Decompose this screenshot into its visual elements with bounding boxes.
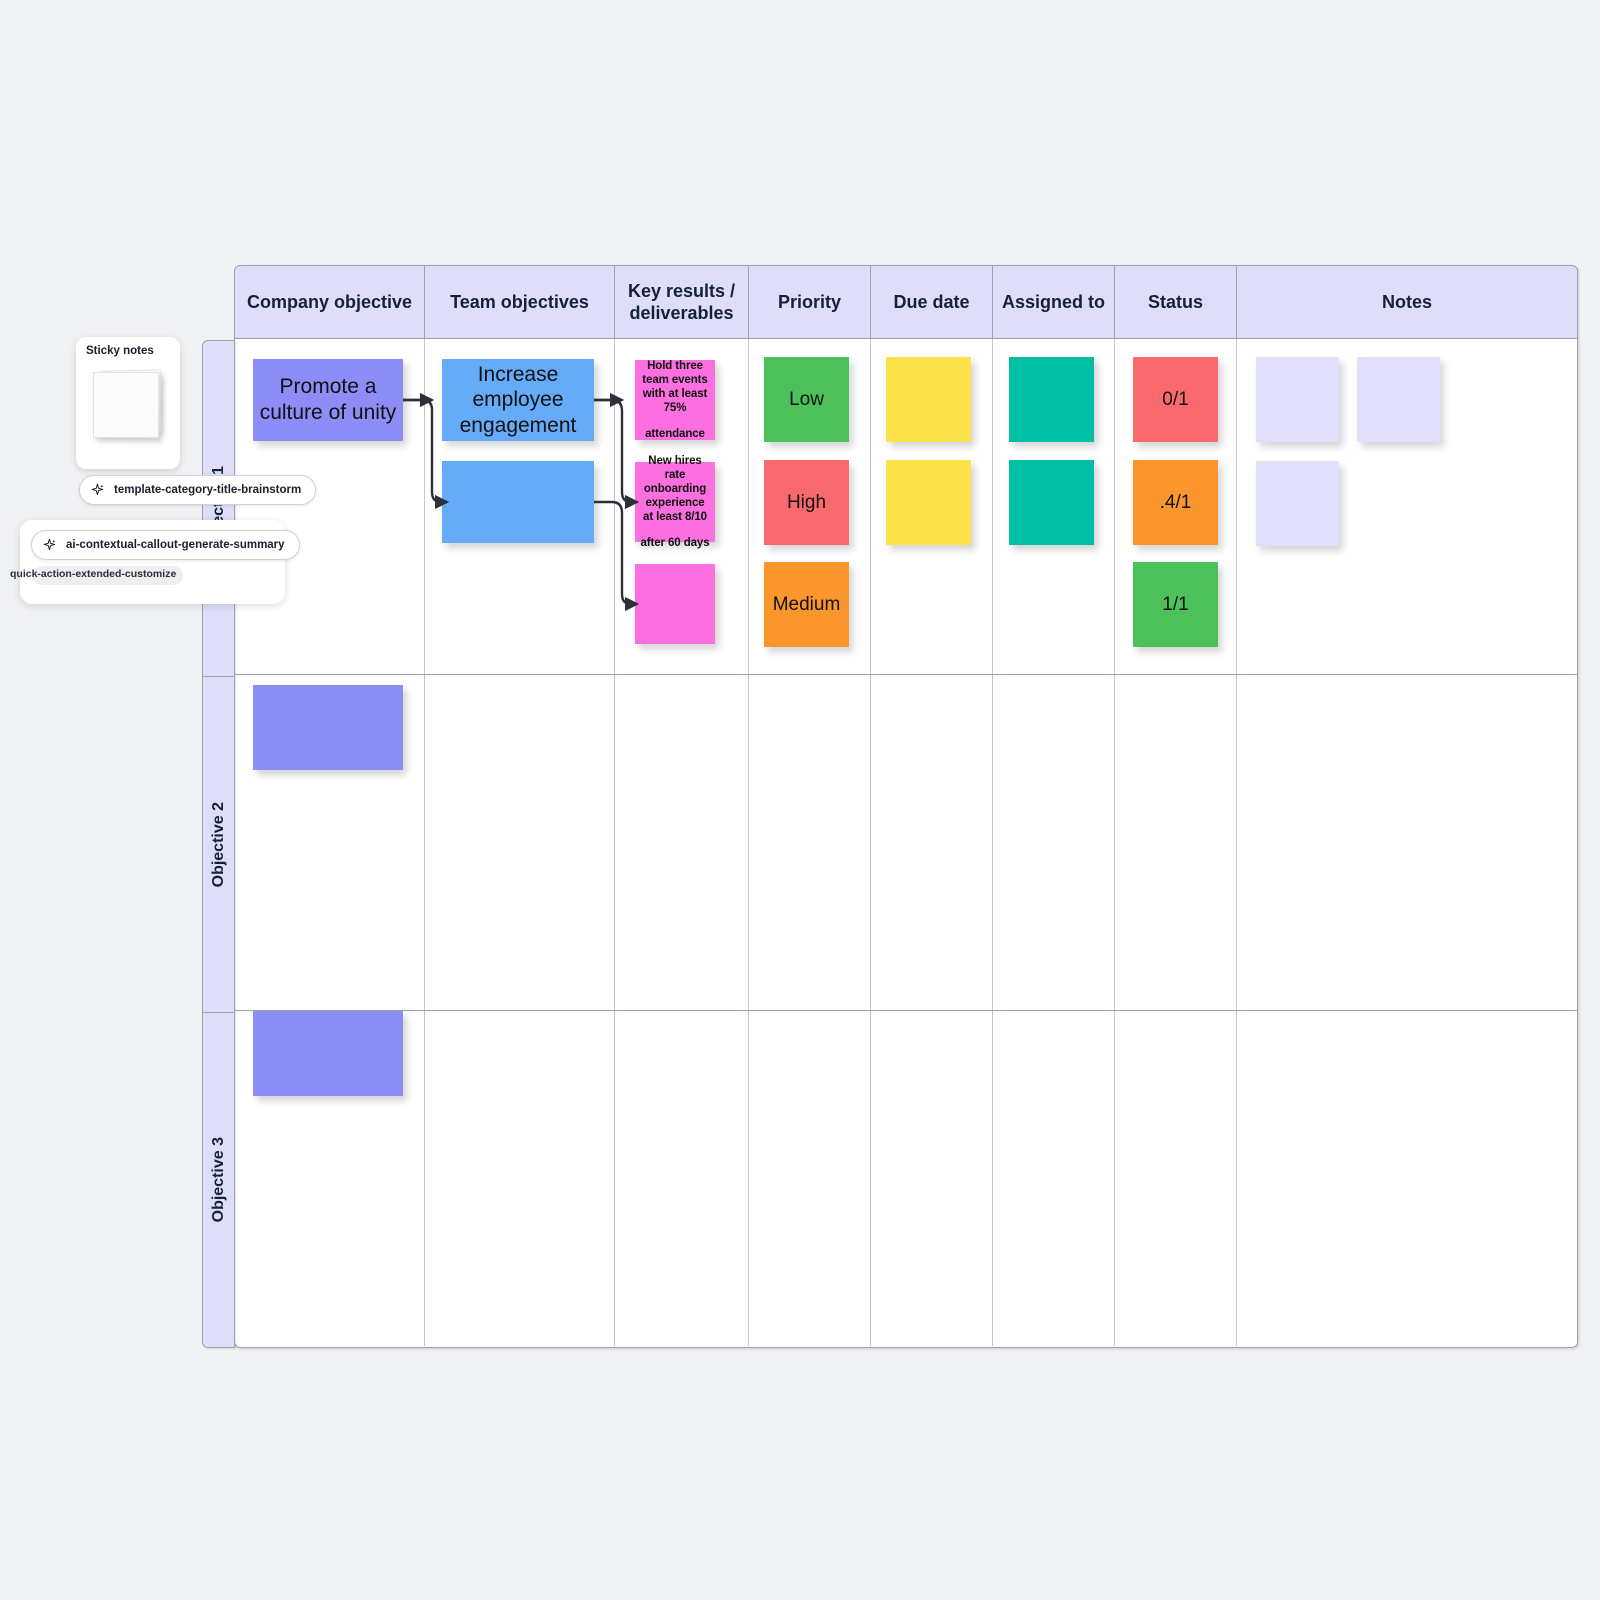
card-key-result-2-text: New hires rate onboarding experience at … bbox=[635, 454, 715, 550]
cell-due-date-3[interactable] bbox=[871, 1011, 993, 1346]
callout-ai-contextual-label: ai-contextual-callout-generate-summary bbox=[66, 539, 285, 551]
column-header-assigned-to-label: Assigned to bbox=[1001, 291, 1105, 312]
column-header-team-objectives-label: Team objectives bbox=[450, 291, 589, 312]
row-label-objective-2[interactable]: Objective 2 bbox=[203, 677, 234, 1013]
card-priority-2[interactable]: High bbox=[764, 460, 849, 545]
card-key-result-2[interactable]: New hires rate onboarding experience at … bbox=[635, 455, 715, 549]
column-header-notes[interactable]: Notes bbox=[1237, 266, 1577, 338]
card-key-result-3[interactable] bbox=[635, 564, 715, 644]
cell-status-2[interactable] bbox=[1115, 675, 1237, 1010]
cell-priority-2[interactable] bbox=[749, 675, 871, 1010]
card-company-objective-3[interactable] bbox=[253, 1011, 403, 1096]
table-row-objective-3 bbox=[235, 1011, 1577, 1346]
card-status-3[interactable]: 1/1 bbox=[1133, 562, 1218, 647]
table-row-objective-2 bbox=[235, 675, 1577, 1011]
sparkle-icon bbox=[91, 483, 104, 496]
column-header-status[interactable]: Status bbox=[1115, 266, 1237, 338]
card-team-objective-2[interactable] bbox=[442, 461, 594, 543]
column-header-key-results-label: Key results / deliverables bbox=[627, 280, 736, 324]
card-company-objective-2[interactable] bbox=[253, 685, 403, 770]
card-assigned-to-2[interactable] bbox=[1009, 460, 1094, 545]
card-due-date-1[interactable] bbox=[886, 357, 971, 442]
column-header-priority-label: Priority bbox=[777, 291, 842, 312]
cell-notes-2[interactable] bbox=[1237, 675, 1577, 1010]
card-key-result-2-line1: New hires rate onboarding experience at … bbox=[643, 454, 707, 524]
cell-team-objectives-3[interactable] bbox=[425, 1011, 615, 1346]
table-header-row: Company objective Team objectives Key re… bbox=[234, 265, 1578, 339]
column-header-priority[interactable]: Priority bbox=[749, 266, 871, 338]
card-priority-1[interactable]: Low bbox=[764, 357, 849, 442]
card-priority-3-text: Medium bbox=[772, 593, 841, 615]
callout-template-category-label: template-category-title-brainstorm bbox=[114, 484, 302, 496]
card-status-2[interactable]: .4/1 bbox=[1133, 460, 1218, 545]
column-header-notes-label: Notes bbox=[1381, 291, 1432, 312]
cell-assigned-to-3[interactable] bbox=[993, 1011, 1115, 1346]
column-header-company-objective-label: Company objective bbox=[246, 291, 413, 312]
card-team-objective-1[interactable]: Increase employee engagement bbox=[442, 359, 594, 441]
cell-assigned-to-2[interactable] bbox=[993, 675, 1115, 1010]
sticky-notes-widget-title: Sticky notes bbox=[86, 345, 154, 357]
row-label-objective-3[interactable]: Objective 3 bbox=[203, 1013, 234, 1347]
card-status-3-text: 1/1 bbox=[1162, 593, 1189, 615]
card-priority-2-text: High bbox=[786, 491, 827, 513]
column-header-key-results[interactable]: Key results / deliverables bbox=[615, 266, 749, 338]
card-key-result-1[interactable]: Hold three team events with at least 75%… bbox=[635, 360, 715, 440]
column-header-team-objectives[interactable]: Team objectives bbox=[425, 266, 615, 338]
card-key-result-1-line1: Hold three team events with at least 75% bbox=[642, 359, 708, 415]
row-label-objective-1[interactable]: Objective 1 bbox=[203, 341, 234, 677]
cell-status-3[interactable] bbox=[1115, 1011, 1237, 1346]
sticky-notes-widget[interactable]: Sticky notes bbox=[76, 337, 180, 469]
card-status-1[interactable]: 0/1 bbox=[1133, 357, 1218, 442]
card-note-2[interactable] bbox=[1357, 357, 1440, 442]
card-note-1[interactable] bbox=[1256, 357, 1339, 442]
card-company-objective-1[interactable]: Promote a culture of unity bbox=[253, 359, 403, 441]
cell-team-objectives-2[interactable] bbox=[425, 675, 615, 1010]
column-header-assigned-to[interactable]: Assigned to bbox=[993, 266, 1115, 338]
column-header-due-date-label: Due date bbox=[893, 291, 970, 312]
column-header-company-objective[interactable]: Company objective bbox=[235, 266, 425, 338]
callout-ai-contextual[interactable]: ai-contextual-callout-generate-summary bbox=[31, 530, 300, 560]
column-header-due-date[interactable]: Due date bbox=[871, 266, 993, 338]
card-due-date-2[interactable] bbox=[886, 460, 971, 545]
callout-template-category[interactable]: template-category-title-brainstorm bbox=[79, 475, 317, 505]
card-status-2-text: .4/1 bbox=[1159, 491, 1192, 513]
column-header-status-label: Status bbox=[1147, 291, 1203, 312]
card-assigned-to-1[interactable] bbox=[1009, 357, 1094, 442]
whiteboard-canvas: Objective 1 Objective 2 Objective 3 Comp… bbox=[0, 0, 1600, 1600]
card-priority-3[interactable]: Medium bbox=[764, 562, 849, 647]
quick-action-label: quick-action-extended-customize bbox=[10, 568, 177, 580]
sticky-sheet-front bbox=[93, 372, 159, 438]
row-label-objective-2-text: Objective 2 bbox=[209, 801, 227, 888]
card-note-3[interactable] bbox=[1256, 461, 1339, 546]
card-company-objective-1-text: Promote a culture of unity bbox=[259, 375, 397, 424]
cell-notes-3[interactable] bbox=[1237, 1011, 1577, 1346]
card-key-result-2-line2: after 60 days bbox=[640, 537, 710, 550]
card-priority-1-text: Low bbox=[789, 388, 824, 410]
cell-key-results-3[interactable] bbox=[615, 1011, 749, 1346]
card-team-objective-1-text: Increase employee engagement bbox=[459, 362, 577, 437]
sparkle-icon bbox=[43, 538, 56, 551]
card-key-result-1-text: Hold three team events with at least 75%… bbox=[635, 359, 715, 441]
row-label-objective-3-text: Objective 3 bbox=[209, 1137, 227, 1223]
card-key-result-1-line2: attendance bbox=[645, 428, 705, 441]
cell-key-results-2[interactable] bbox=[615, 675, 749, 1010]
cell-due-date-2[interactable] bbox=[871, 675, 993, 1010]
cell-priority-3[interactable] bbox=[749, 1011, 871, 1346]
card-status-1-text: 0/1 bbox=[1162, 388, 1189, 410]
